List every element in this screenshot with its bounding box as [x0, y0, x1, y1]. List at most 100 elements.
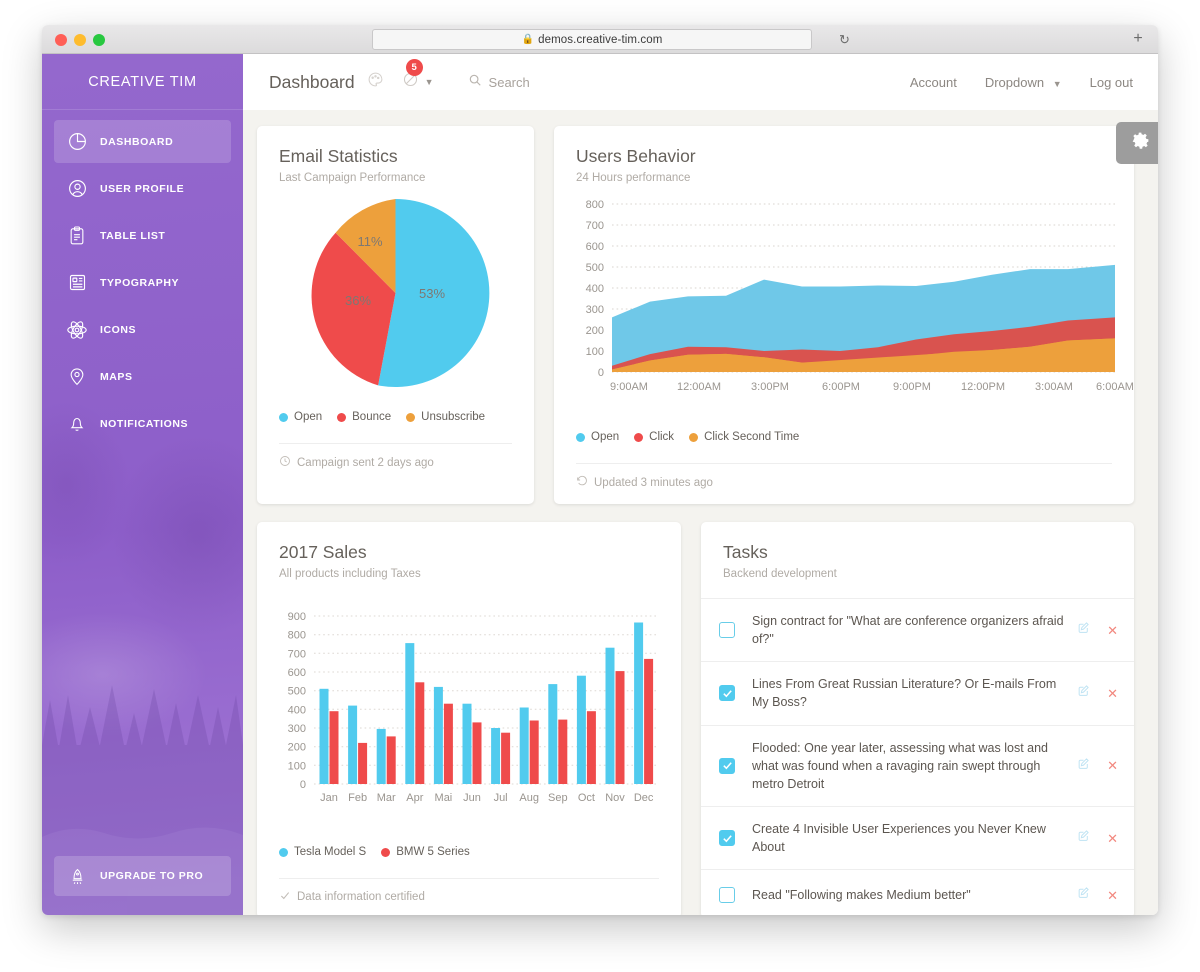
browser-titlebar: 🔒 demos.creative-tim.com ↻ +	[42, 25, 1158, 54]
card-subtitle: Last Campaign Performance	[279, 172, 426, 184]
table-row[interactable]: Lines From Great Russian Literature? Or …	[701, 661, 1134, 724]
sidebar-item-icons[interactable]: ICONS	[54, 308, 231, 351]
table-row[interactable]: Create 4 Invisible User Experiences you …	[701, 805, 1134, 869]
task-label: Lines From Great Russian Literature? Or …	[752, 677, 1057, 710]
y-axis-tick: 0	[300, 779, 306, 791]
task-checkbox[interactable]	[719, 887, 735, 904]
y-axis-tick: 900	[288, 611, 306, 623]
x-axis-tick: Mar	[377, 792, 396, 804]
table-row[interactable]: Flooded: One year later, assessing what …	[701, 724, 1134, 806]
sidebar-item-label: DASHBOARD	[100, 135, 174, 148]
y-axis-tick: 400	[288, 704, 306, 716]
newspaper-icon	[54, 272, 100, 293]
legend-label: Tesla Model S	[294, 846, 367, 858]
x-axis-tick: Apr	[406, 792, 423, 804]
legend-color-swatch	[634, 432, 644, 442]
email-pie-chart: 53% 36% 11%	[311, 199, 490, 387]
table-row[interactable]: Read "Following makes Medium better" ✕	[701, 869, 1134, 915]
dropdown-menu[interactable]: Dropdown ▼	[985, 75, 1062, 90]
dashboard-row-top: Email Statistics Last Campaign Performan…	[257, 126, 1144, 504]
x-axis-tick: 9:00PM	[893, 381, 931, 393]
clock-icon	[279, 455, 291, 470]
email-card-footer: Campaign sent 2 days ago	[279, 443, 512, 470]
sidebar-item-dashboard[interactable]: DASHBOARD	[54, 120, 231, 163]
task-checkbox[interactable]	[719, 622, 735, 639]
close-icon[interactable]: ✕	[1107, 759, 1118, 772]
card-subtitle: All products including Taxes	[279, 568, 421, 580]
edit-icon[interactable]	[1077, 886, 1090, 904]
task-label: Sign contract for "What are conference o…	[752, 614, 1064, 647]
y-axis-tick: 700	[586, 220, 604, 232]
legend-color-swatch	[381, 847, 391, 857]
account-link[interactable]: Account	[910, 75, 957, 90]
edit-icon[interactable]	[1077, 829, 1090, 847]
x-axis-tick: 12:00PM	[961, 381, 1005, 393]
search-input[interactable]: Search	[468, 73, 530, 92]
card-title: 2017 Sales	[279, 542, 367, 562]
atom-icon	[54, 319, 100, 341]
x-axis-tick: Jun	[463, 792, 481, 804]
legend-label: Click Second Time	[704, 431, 800, 443]
notifications-menu[interactable]: 5 ▼	[402, 59, 434, 93]
history-icon	[576, 475, 588, 490]
close-icon[interactable]: ✕	[1107, 624, 1118, 637]
clipboard-icon	[54, 225, 100, 246]
sales-card-footer: Data information certified	[279, 878, 659, 904]
task-checkbox[interactable]	[719, 685, 735, 702]
settings-fab-button[interactable]	[1116, 122, 1158, 164]
close-icon[interactable]: ✕	[1107, 832, 1118, 845]
logout-link[interactable]: Log out	[1090, 75, 1133, 90]
y-axis-tick: 0	[598, 367, 604, 379]
sidebar-item-table-list[interactable]: TABLE LIST	[54, 214, 231, 257]
sidebar-item-maps[interactable]: MAPS	[54, 355, 231, 398]
edit-icon[interactable]	[1077, 621, 1090, 639]
edit-icon[interactable]	[1077, 757, 1090, 775]
task-actions: ✕	[1077, 684, 1118, 702]
x-axis-tick: Nov	[605, 792, 625, 804]
users-card-footer: Updated 3 minutes ago	[576, 463, 1112, 490]
pie-slice-label-open: 53%	[419, 286, 445, 301]
y-axis-tick: 800	[586, 199, 604, 211]
sidebar-item-label: TYPOGRAPHY	[100, 276, 180, 289]
task-label: Flooded: One year later, assessing what …	[752, 740, 1048, 791]
card-title: Email Statistics	[279, 146, 398, 166]
task-checkbox[interactable]	[719, 830, 735, 846]
upgrade-to-pro-button[interactable]: UPGRADE TO PRO	[54, 856, 231, 896]
sales-chart-legend: Tesla Model S BMW 5 Series	[257, 846, 681, 858]
tasks-header: Tasks Backend development	[701, 522, 1134, 598]
sidebar-item-label: MAPS	[100, 370, 133, 383]
window-maximize-button[interactable]	[93, 34, 105, 46]
plus-icon[interactable]: +	[1130, 31, 1146, 48]
legend-item: Bounce	[337, 411, 391, 423]
sidebar-item-typography[interactable]: TYPOGRAPHY	[54, 261, 231, 304]
task-checkbox[interactable]	[719, 757, 735, 774]
y-axis-tick: 100	[288, 760, 306, 772]
close-icon[interactable]: ✕	[1107, 889, 1118, 902]
task-actions: ✕	[1077, 886, 1118, 904]
card-subtitle: 24 Hours performance	[576, 172, 691, 184]
table-row[interactable]: Sign contract for "What are conference o…	[701, 598, 1134, 661]
card-title: Users Behavior	[576, 146, 696, 166]
email-statistics-card: Email Statistics Last Campaign Performan…	[257, 126, 534, 504]
close-icon[interactable]: ✕	[1107, 687, 1118, 700]
x-axis-tick: Aug	[519, 792, 539, 804]
sidebar-item-user-profile[interactable]: USER PROFILE	[54, 167, 231, 210]
user-circle-icon	[54, 178, 100, 199]
tasks-card: Tasks Backend development Sign contract …	[701, 522, 1134, 915]
x-axis-tick: 3:00AM	[1035, 381, 1073, 393]
y-axis-tick: 400	[586, 283, 604, 295]
reload-icon[interactable]: ↻	[837, 32, 852, 47]
chevron-down-icon: ▼	[424, 77, 434, 87]
legend-label: BMW 5 Series	[396, 846, 470, 858]
window-close-button[interactable]	[55, 34, 67, 46]
edit-icon[interactable]	[1077, 684, 1090, 702]
top-navbar: Dashboard 5 ▼ Search Account Dropdown ▼ …	[243, 54, 1158, 110]
window-minimize-button[interactable]	[74, 34, 86, 46]
y-axis-tick: 300	[586, 304, 604, 316]
sidebar-item-notifications[interactable]: NOTIFICATIONS	[54, 402, 231, 445]
sidebar-item-label: ICONS	[100, 323, 137, 336]
address-bar[interactable]: 🔒 demos.creative-tim.com	[372, 29, 812, 50]
brand-logo[interactable]: CREATIVE TIM	[42, 54, 243, 110]
palette-icon[interactable]	[367, 71, 384, 93]
card-footer-text: Data information certified	[297, 891, 425, 903]
